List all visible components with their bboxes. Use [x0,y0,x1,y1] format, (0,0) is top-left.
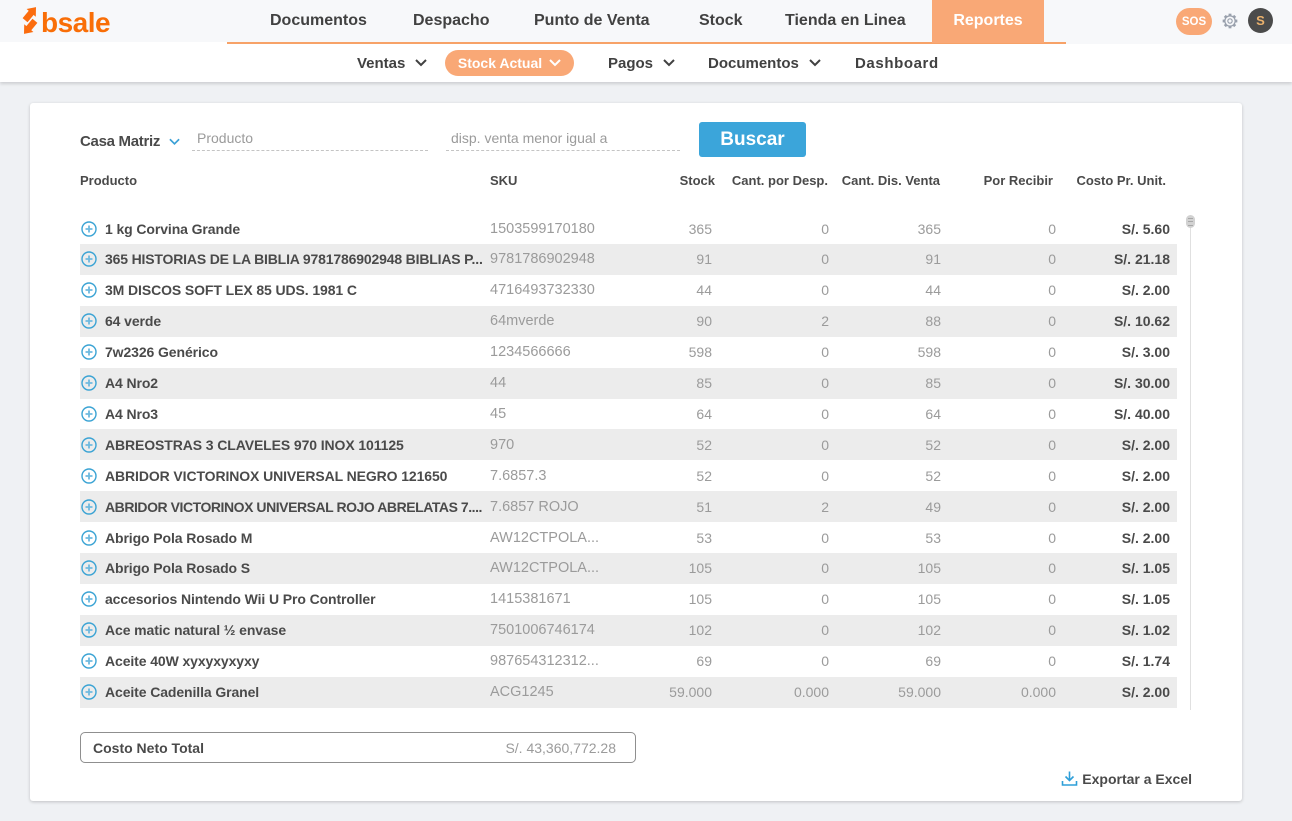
svg-text:bsale: bsale [41,7,110,38]
